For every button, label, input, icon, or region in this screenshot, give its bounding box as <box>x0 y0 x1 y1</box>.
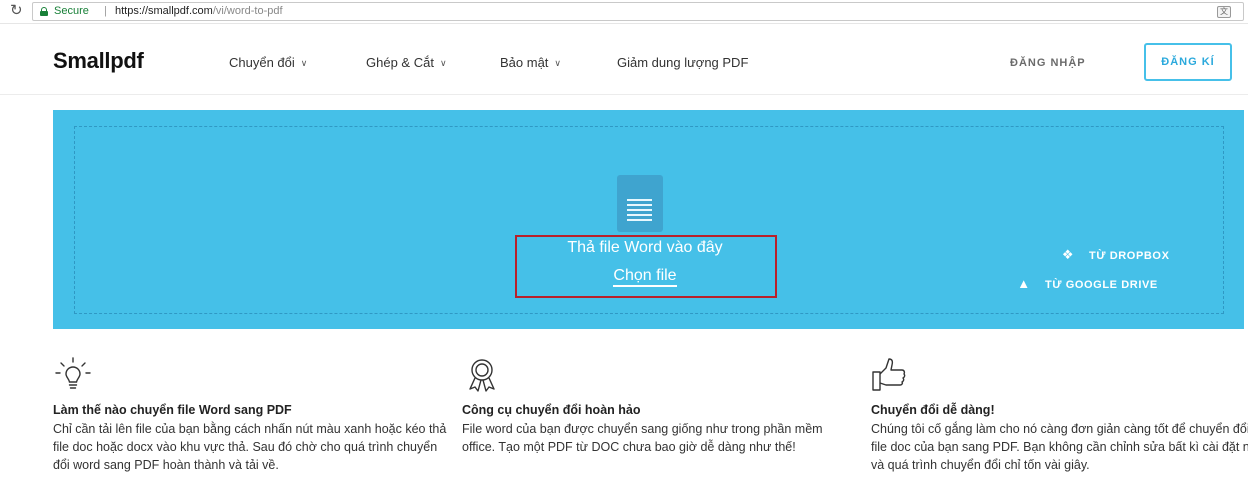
url-text: https://smallpdf.com/vi/word-to-pdf <box>115 5 283 17</box>
nav-convert[interactable]: Chuyển đổi ∨ <box>229 55 307 70</box>
feature-body: Chúng tôi cố gắng làm cho nó càng đơn gi… <box>871 422 1248 472</box>
nav-security-label: Bảo mật <box>500 55 549 70</box>
feature-body: Chỉ cần tải lên file của bạn bằng cách n… <box>53 422 447 472</box>
secure-label: Secure <box>54 5 89 17</box>
dropbox-button[interactable]: ❖ TỪ DROPBOX <box>1061 247 1170 263</box>
feature-title: Công cụ chuyển đổi hoàn hảo <box>462 403 641 417</box>
chevron-down-icon: ∨ <box>300 58 308 68</box>
reload-icon[interactable]: ↻ <box>10 3 23 19</box>
chevron-down-icon: ∨ <box>554 58 562 68</box>
nav-compress[interactable]: Giảm dung lượng PDF <box>617 55 748 70</box>
nav-convert-label: Chuyển đổi <box>229 55 295 70</box>
nav-merge-split-label: Ghép & Cắt <box>366 55 434 70</box>
smallpdf-logo[interactable]: Smallpdf <box>53 48 144 74</box>
lightbulb-icon <box>55 357 91 389</box>
url-field[interactable]: Secure | https://smallpdf.com/vi/word-to… <box>32 2 1244 21</box>
highlight-box <box>515 235 777 298</box>
nav-security[interactable]: Bảo mật ∨ <box>500 55 561 70</box>
file-drop-zone[interactable]: Thả file Word vào đây Chọn file ❖ TỪ DROP… <box>53 110 1244 329</box>
nav-compress-label: Giảm dung lượng PDF <box>617 55 749 70</box>
google-drive-button[interactable]: ▲ TỪ GOOGLE DRIVE <box>1017 276 1158 291</box>
dropbox-label: TỪ DROPBOX <box>1089 250 1170 262</box>
chevron-down-icon: ∨ <box>439 58 447 68</box>
browser-address-bar: ↻ Secure | https://smallpdf.com/vi/word-… <box>0 0 1248 24</box>
feature-title: Chuyển đổi dễ dàng! <box>871 403 995 417</box>
award-ribbon-icon <box>469 359 495 392</box>
lock-icon <box>40 7 48 16</box>
url-separator: | <box>104 5 107 17</box>
login-link[interactable]: ĐĂNG NHẬP <box>1010 57 1086 69</box>
document-icon <box>617 175 663 232</box>
dropbox-icon: ❖ <box>1061 247 1075 262</box>
google-drive-label: TỪ GOOGLE DRIVE <box>1045 279 1158 291</box>
thumbs-up-icon <box>872 358 906 391</box>
translate-icon[interactable]: 文 <box>1217 6 1231 18</box>
signup-button[interactable]: ĐĂNG KÍ <box>1144 43 1232 81</box>
feature-body: File word của bạn được chuyển sang giống… <box>462 422 823 454</box>
site-header: Smallpdf Chuyển đổi ∨ Ghép & Cắt ∨ Bảo mật… <box>0 24 1248 95</box>
feature-title: Làm thế nào chuyển file Word sang PDF <box>53 403 292 417</box>
url-path: /vi/word-to-pdf <box>212 5 283 17</box>
google-drive-icon: ▲ <box>1017 276 1031 291</box>
url-host: https://smallpdf.com <box>115 5 213 17</box>
nav-merge-split[interactable]: Ghép & Cắt ∨ <box>366 55 447 70</box>
